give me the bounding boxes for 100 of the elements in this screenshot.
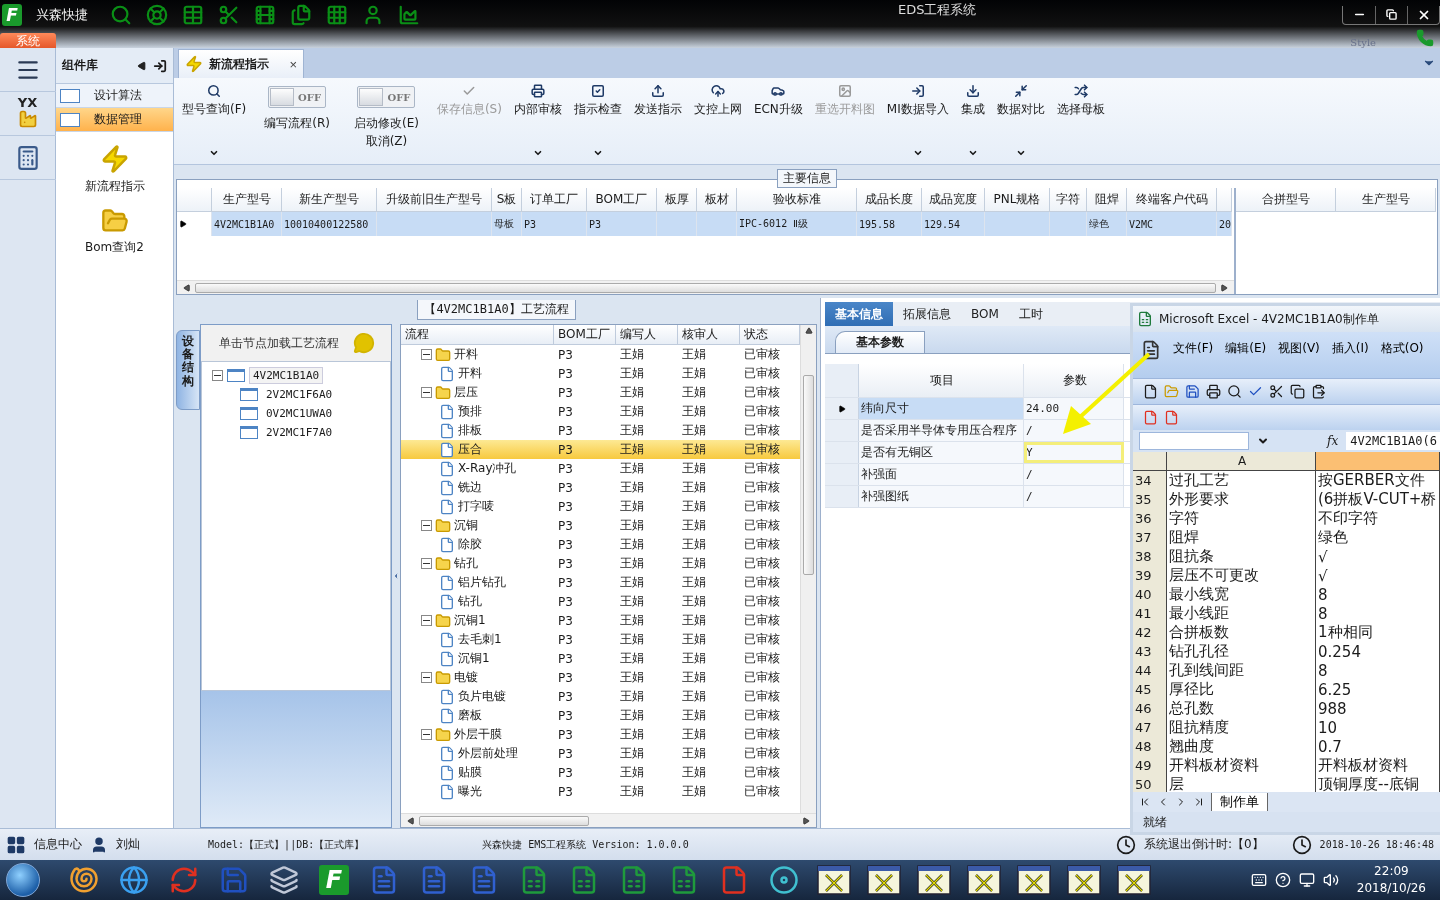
corner-header[interactable] [1133, 452, 1167, 470]
info-center-link[interactable]: 信息中心 [34, 836, 82, 853]
expand-toggle[interactable] [212, 370, 223, 381]
column-header[interactable]: 终端客户代码 [1127, 188, 1217, 212]
film-icon[interactable] [254, 4, 276, 26]
sheet-cell[interactable]: 顶铜厚度--底铜 [1316, 775, 1440, 792]
row-number[interactable]: 50 [1133, 775, 1167, 792]
ribbon-button[interactable]: 文控上网 [687, 82, 748, 160]
sheet-cell[interactable]: 8 [1316, 604, 1440, 623]
sheet-cell[interactable]: 1种相同 [1316, 623, 1440, 642]
row-number[interactable]: 39 [1133, 566, 1167, 585]
column-header[interactable]: 验收标准 [737, 188, 857, 212]
row-number[interactable]: 46 [1133, 699, 1167, 718]
taskbar-clock[interactable]: 22:09 2018/10/26 [1356, 863, 1426, 897]
sheet-cell[interactable]: 孔到线间距 [1167, 661, 1316, 680]
sheet-cell[interactable]: 阻焊 [1167, 528, 1316, 547]
disc-icon[interactable] [769, 865, 799, 895]
ribbon-button[interactable]: 选择母板 [1050, 82, 1111, 160]
column-header[interactable]: 成品宽度 [922, 188, 985, 212]
column-header[interactable]: 生产型号 [1336, 188, 1436, 212]
tree-node[interactable]: 0V2MC1UWA0 [262, 405, 337, 422]
column-header[interactable]: A [1167, 452, 1316, 470]
scroll-arrow-icon[interactable] [1220, 283, 1228, 292]
row-number[interactable]: 37 [1133, 528, 1167, 547]
sheet-cell[interactable]: 最小线距 [1167, 604, 1316, 623]
column-header[interactable]: 流程 [401, 325, 554, 344]
row-number[interactable]: 41 [1133, 604, 1167, 623]
document-icon[interactable] [1141, 340, 1161, 360]
swirl-icon[interactable] [169, 865, 199, 895]
column-header[interactable]: 项目 [859, 364, 1024, 397]
formula-field[interactable]: 4V2MC1B1A0(6 [1346, 432, 1440, 450]
sheet-cell[interactable]: 阻抗条 [1167, 547, 1316, 566]
scroll-arrow-icon[interactable] [804, 327, 813, 335]
column-header[interactable]: PNL规格 [985, 188, 1050, 212]
sheet-cell[interactable]: √ [1316, 547, 1440, 566]
column-header[interactable]: BOM工厂 [587, 188, 657, 212]
start-button[interactable] [6, 863, 40, 897]
sheet-cell[interactable]: 过孔工艺 [1167, 471, 1316, 490]
column-header[interactable]: 新生产型号 [282, 188, 377, 212]
column-header[interactable]: 合拼型号 [1236, 188, 1336, 212]
sheet-cell[interactable]: 988 [1316, 699, 1440, 718]
volume-icon[interactable] [1322, 872, 1339, 888]
stack-icon[interactable] [269, 865, 299, 895]
scrollbar[interactable] [177, 280, 1234, 294]
file-icon[interactable] [1143, 410, 1158, 425]
search-icon[interactable] [1227, 384, 1242, 399]
column-header[interactable]: 板厚 [657, 188, 697, 212]
window-thumbnail-icon[interactable] [817, 865, 851, 895]
tab[interactable]: 基本信息 [825, 302, 893, 326]
column-header[interactable]: BOM工厂 [554, 325, 616, 344]
window-thumbnail-icon[interactable] [917, 865, 951, 895]
sheet-cell[interactable]: √ [1316, 566, 1440, 585]
column-header[interactable]: 成品长度 [857, 188, 922, 212]
user-icon[interactable] [362, 4, 384, 26]
scroll-arrow-icon[interactable] [407, 816, 415, 825]
sub-tab[interactable]: 基本参数 [835, 331, 925, 353]
window-thumbnail-icon[interactable] [1067, 865, 1101, 895]
column-header[interactable]: 核审人 [678, 325, 740, 344]
column-header[interactable]: 升级前旧生产型号 [377, 188, 492, 212]
scissors-icon[interactable] [1269, 384, 1284, 399]
ribbon-button[interactable]: 数据对比 [990, 82, 1051, 160]
table-row[interactable]: 4V2MC1B1A0 10010400122580 母板 P3 P3 IPC-6012 Ⅱ级 195.58 129.54 绿色 V2MC 20 [177, 212, 1234, 236]
app-logo[interactable]: F [319, 865, 349, 895]
sheet-cell[interactable]: 总孔数 [1167, 699, 1316, 718]
collapse-arrow-icon[interactable] [137, 60, 147, 71]
column-header[interactable]: 生产型号 [212, 188, 282, 212]
keyboard-icon[interactable] [1250, 872, 1267, 888]
new-file-icon[interactable] [1143, 384, 1158, 399]
lifebuoy-icon[interactable] [146, 4, 168, 26]
menu-item[interactable]: 文件(F) [1173, 340, 1214, 357]
help-icon[interactable] [1274, 872, 1291, 888]
ribbon-button[interactable]: 内部审核 [507, 82, 568, 160]
menu-item[interactable]: 插入(I) [1331, 340, 1369, 357]
window-thumbnail-icon[interactable] [967, 865, 1001, 895]
tab[interactable]: BOM [961, 302, 1009, 326]
grid-icon[interactable] [6, 834, 26, 855]
column-header[interactable]: 编写人 [616, 325, 678, 344]
paste-icon[interactable] [1311, 384, 1326, 399]
function-label[interactable]: fx [1327, 434, 1339, 448]
tree-node[interactable]: 2V2MC1F6A0 [262, 386, 337, 403]
sheet-cell[interactable]: 开料板材资料 [1167, 756, 1316, 775]
splitter-handle-icon[interactable] [392, 571, 400, 581]
column-header[interactable]: 字符 [1050, 188, 1087, 212]
row-number[interactable]: 48 [1133, 737, 1167, 756]
last-sheet-icon[interactable] [1193, 796, 1205, 808]
sheet-cell[interactable]: 8 [1316, 585, 1440, 604]
tab[interactable]: 工时 [1008, 302, 1053, 326]
menu-item[interactable]: 编辑(E) [1225, 340, 1267, 357]
sheet-tab[interactable]: 制作单 [1211, 793, 1268, 811]
printer-icon[interactable] [1206, 384, 1221, 399]
globe-icon[interactable] [119, 865, 149, 895]
row-number[interactable]: 34 [1133, 471, 1167, 490]
sheet-cell[interactable]: 层压不可更改 [1167, 566, 1316, 585]
expand-toggle[interactable] [421, 387, 432, 398]
launcher-label[interactable]: Bom查询2 [85, 239, 144, 256]
sheet-cell[interactable]: 厚径比 [1167, 680, 1316, 699]
ribbon-button[interactable]: 指示检查 [567, 82, 628, 160]
sheet-cell[interactable]: 翘曲度 [1167, 737, 1316, 756]
row-number[interactable]: 42 [1133, 623, 1167, 642]
sheet-cell[interactable]: 钻孔孔径 [1167, 642, 1316, 661]
